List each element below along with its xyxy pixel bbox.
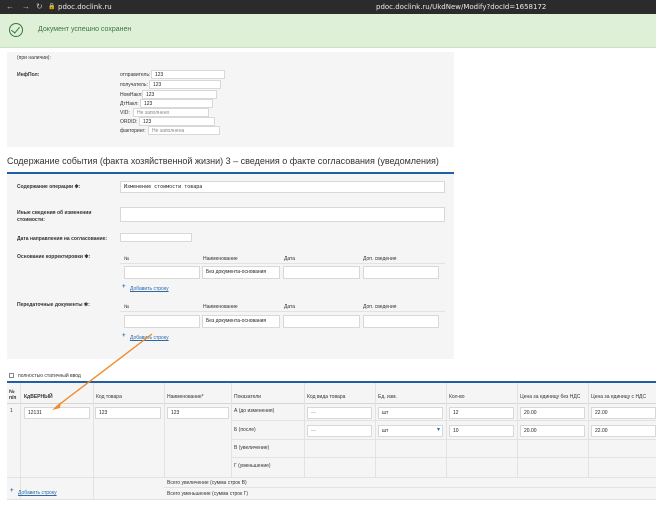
total-decrease-label: Всего уменьшение (сумма строк Г) [167,491,248,497]
add-goods-row-link[interactable]: Добавить строку [18,490,57,496]
col-header: Кол-во [449,394,465,400]
manual-input-checkbox[interactable] [9,373,14,378]
price-no-vat-a-input[interactable]: 20.00 [520,407,585,419]
col-header: № [124,304,130,310]
infpol-label: ИнфПол: [17,72,40,78]
plus-icon: + [122,333,126,339]
factoring-input[interactable]: Не заполнена [148,126,220,135]
col-header: Ед. изм. [378,394,397,400]
field-label: VID: [120,110,130,116]
dropdown-caret-icon[interactable]: ▾ [437,426,440,433]
browser-toolbar: ← → ↻ 🔒 pdoc.doclink.ru pdoc.doclink.ru/… [0,0,656,14]
field-label: факторинг: [120,128,146,134]
col-header: № [124,256,130,262]
forward-icon[interactable]: → [22,2,30,12]
col-header: Дата [284,304,296,310]
field-label: ORDID: [120,119,138,125]
basis-name-input[interactable]: Без документа-основания [202,266,280,279]
price-vat-b-input[interactable]: 22.00 [591,425,656,437]
vid-input[interactable]: Не заполнено [133,108,209,117]
price-vat-a-input[interactable]: 22.00 [591,407,656,419]
send-date-input[interactable] [120,233,192,242]
col-header: № п/п [9,389,17,401]
qty-b-input[interactable]: 10 [449,425,514,437]
other-info-input[interactable] [120,207,445,222]
lock-icon: 🔒 [48,4,56,10]
col-header: Показатели [234,394,261,400]
add-basis-row-link[interactable]: Добавить строку [130,286,169,292]
unit-a-input[interactable]: шт [378,407,443,419]
alert-message: Документ успешно сохранен [38,26,132,33]
back-icon[interactable]: ← [6,2,14,12]
manual-input-label: полностью статичный ввод [18,373,81,379]
col-header: Доп. сведения [363,256,397,262]
kd-input[interactable]: 12131 [24,407,90,419]
kind-code-a-input[interactable]: --- [307,407,372,419]
address-bar[interactable]: pdoc.doclink.ru/UkdNew/Modify?docId=1658… [376,3,546,11]
indicator-a: А (до изменения) [234,408,275,414]
send-date-label: Дата направления на согласование: [17,236,108,242]
transfer-label: Передаточные документы ✱: [17,302,90,308]
col-header: КдВЕРНЫЙ [24,394,53,400]
goods-table [7,383,656,500]
field-label: НомНакл: [120,92,143,98]
col-header: Наименование* [167,394,204,400]
basis-label: Основание корректировки ✱: [17,254,91,260]
field-label: получатель: [120,82,148,88]
kind-code-b-input[interactable]: --- [307,425,372,437]
plus-icon: + [10,488,14,494]
if-present-label: (при наличии): [17,55,51,61]
content-label: Содержание операции ✱: [17,184,81,190]
transfer-name-input[interactable]: Без документа-основания [202,315,280,328]
col-header: Код товара [96,394,122,400]
col-header: Дата [284,256,296,262]
col-header: Доп. сведения [363,304,397,310]
total-increase-label: Всего увеличение (сумма строк В) [167,480,247,486]
unit-b-input[interactable]: шт [378,425,443,437]
transfer-number-input[interactable] [124,315,200,328]
invoice-number-input[interactable]: 123 [142,90,217,99]
col-header: Цена за единицу без НДС [520,394,581,400]
site-name: pdoc.doclink.ru [58,3,112,11]
sender-input[interactable]: 123 [151,70,225,79]
field-label: отправитель: [120,72,151,78]
transfer-extra-input[interactable] [363,315,439,328]
orderid-input[interactable]: 123 [139,117,215,126]
basis-extra-input[interactable] [363,266,439,279]
price-no-vat-b-input[interactable]: 20.00 [520,425,585,437]
col-header: Цена за единицу с НДС [591,394,647,400]
plus-icon: + [122,284,126,290]
indicator-v: В (увеличение) [234,445,270,451]
product-code-input[interactable]: 123 [95,407,161,419]
content-input[interactable]: Изменение стоимости товара [120,181,445,193]
invoice-date-input[interactable]: 123 [140,99,213,108]
reload-icon[interactable]: ↻ [36,2,43,12]
info-panel [7,52,454,147]
indicator-g: Г (уменьшение) [234,463,271,469]
indicator-b: Б (после) [234,427,256,433]
product-name-input[interactable]: 123 [167,407,229,419]
check-circle-icon [9,23,23,37]
col-header: Код вида товара [307,394,346,400]
success-alert: Документ успешно сохранен [0,14,656,48]
transfer-date-input[interactable] [283,315,360,328]
section-title: Содержание события (факта хозяйственной … [7,156,439,166]
col-header: Наименование [203,304,238,310]
receiver-input[interactable]: 123 [149,80,221,89]
col-header: Наименование [203,256,238,262]
add-transfer-row-link[interactable]: Добавить строку [130,335,169,341]
field-label: ДтНакл: [120,101,139,107]
other-info-label: Иные сведения об изменении стоимости: [17,210,92,223]
basis-number-input[interactable] [124,266,200,279]
row-number: 1 [10,408,13,414]
qty-a-input[interactable]: 12 [449,407,514,419]
basis-date-input[interactable] [283,266,360,279]
